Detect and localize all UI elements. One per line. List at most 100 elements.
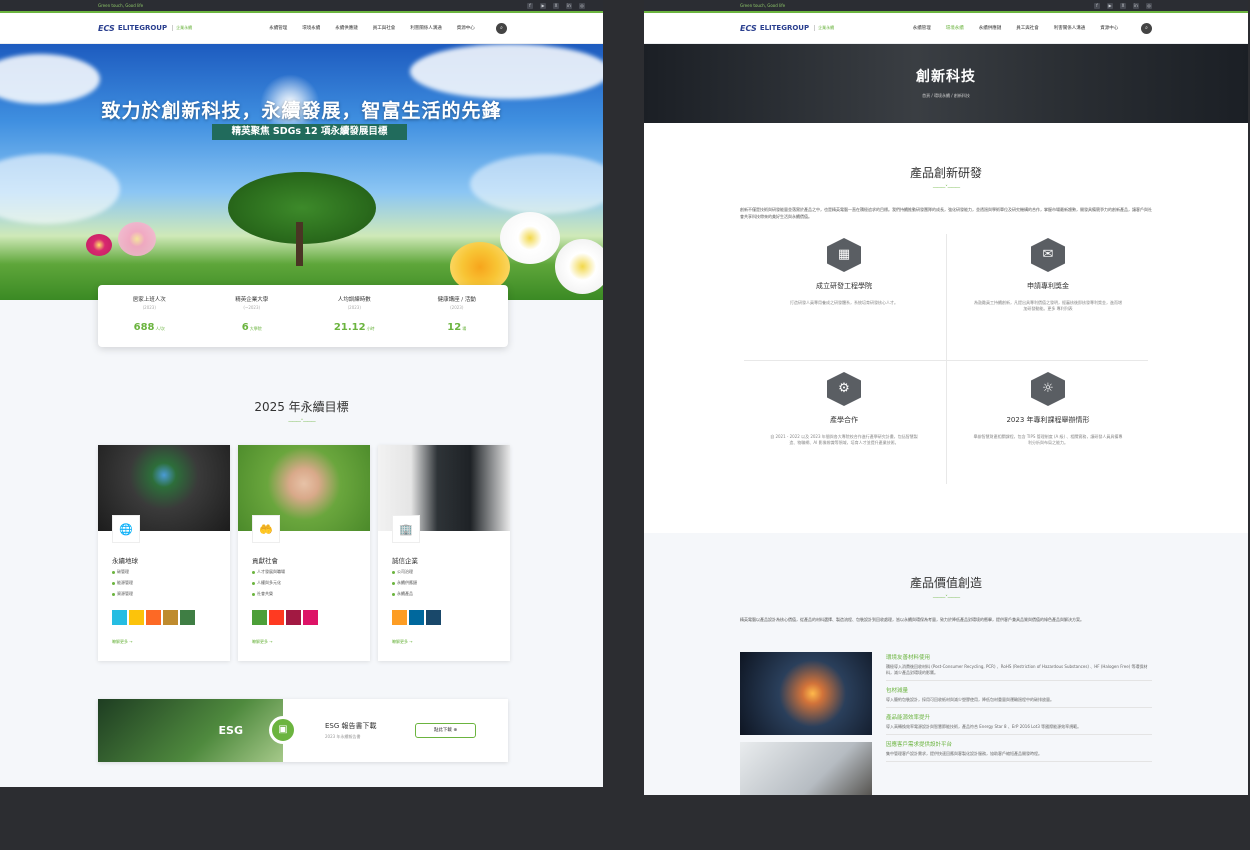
stat-item: 人均訓練時數 (2023) 21.12小時 xyxy=(303,285,406,347)
right-page-screenshot: Green touch, Good life f ▶ X in ◎ ECS EL… xyxy=(644,0,1248,795)
value-item: 因應客戶需求提供設計平台 集中管理客戶設計需求，提供快速回應與客製化設計服務，協… xyxy=(886,739,1152,762)
goal-item: 人才發展與職場 xyxy=(257,569,285,574)
sdg-icon xyxy=(180,610,195,625)
tagline: Green touch, Good life xyxy=(98,3,144,8)
goal-list: 公司治理 永續供應鏈 永續產品 xyxy=(392,569,417,602)
academy-icon: ▦ xyxy=(827,238,861,272)
instagram-icon[interactable]: ◎ xyxy=(579,2,585,9)
goal-card[interactable]: 🌐 永續地球 碳管理 能源管理 資源管理 瞭解更多 → xyxy=(98,445,230,661)
menu-item-resources[interactable]: 資源中心 xyxy=(457,25,475,31)
hero-banner: 致力於創新科技，永續發展，智富生活的先鋒 精英聚焦 SDGs 12 項永續發展目… xyxy=(0,44,603,300)
innovation-section: 產品創新研發 ——— ˅ ——— 創新不僅是技術與研發能量並落實於產品之中，也是… xyxy=(644,123,1248,496)
stat-value: 21.12 xyxy=(333,322,366,333)
menu-item-environment[interactable]: 環境永續 xyxy=(946,25,964,31)
section-title: 2025 年永續目標 xyxy=(254,400,349,414)
hero-title: 致力於創新科技，永續發展，智富生活的先鋒 xyxy=(101,100,502,122)
search-icon[interactable]: ⌕ xyxy=(496,22,507,34)
goal-item: 碳管理 xyxy=(117,569,129,574)
lab-photo xyxy=(740,742,872,795)
building-icon: 🏢 xyxy=(392,515,420,543)
tree-trunk xyxy=(296,222,303,266)
site-logo[interactable]: ECS ELITEGROUP 企業永續 xyxy=(740,24,890,33)
sdg-icon xyxy=(146,610,161,625)
logo-mark: ECS xyxy=(98,23,115,33)
value-title: 產品能源效率提升 xyxy=(886,715,931,721)
menu-item-governance[interactable]: 永續管理 xyxy=(913,25,931,31)
goal-item: 能源管理 xyxy=(117,580,133,585)
menu: 永續管理 環境永續 永續供應鏈 員工與社會 利害關係人溝通 資源中心 xyxy=(890,25,1141,31)
goal-item: 永續產品 xyxy=(397,591,413,596)
section-title: 產品價值創造 xyxy=(909,576,982,590)
cloud-shape xyxy=(470,154,603,214)
learn-more-link[interactable]: 瞭解更多 → xyxy=(392,639,413,645)
stat-value: 6 xyxy=(241,322,249,333)
esg-report-card: ESG ▣ ESG 報告書下載 2023 年永續報告書 點此下載 ⊕ xyxy=(98,699,508,762)
value-title: 包材減量 xyxy=(886,688,909,694)
goal-card[interactable]: 🤲 貢獻社會 人才發展與職場 人權與多元化 社會共榮 瞭解更多 → xyxy=(238,445,370,661)
goal-card[interactable]: 🏢 誠信企業 公司治理 永續供應鏈 永續產品 瞭解更多 → xyxy=(378,445,510,661)
learn-more-link[interactable]: 瞭解更多 → xyxy=(252,639,273,645)
logo-mark: ECS xyxy=(740,23,757,33)
youtube-icon[interactable]: ▶ xyxy=(540,2,546,9)
learn-more-link[interactable]: 瞭解更多 → xyxy=(112,639,133,645)
esg-photo-text: ESG xyxy=(218,724,243,737)
search-icon[interactable]: ⌕ xyxy=(1141,22,1152,34)
daisy-flower xyxy=(555,239,603,294)
linkedin-icon[interactable]: in xyxy=(566,2,572,9)
facebook-icon[interactable]: f xyxy=(1094,2,1100,9)
goal-item: 永續供應鏈 xyxy=(397,580,417,585)
menu-item-society[interactable]: 員工與社會 xyxy=(1016,25,1039,31)
linkedin-icon[interactable]: in xyxy=(1133,2,1139,9)
x-icon[interactable]: X xyxy=(553,2,559,9)
logo-sub: 企業永續 xyxy=(814,25,834,31)
tagline: Green touch, Good life xyxy=(740,3,786,8)
innovation-title: 申請專利獎金 xyxy=(1027,282,1069,290)
menu-item-resources[interactable]: 資源中心 xyxy=(1100,25,1118,31)
goals-heading: 2025 年永續目標 ——— ˅ ——— xyxy=(0,398,603,425)
social-links: f ▶ X in ◎ xyxy=(527,2,585,9)
innovation-title: 產學合作 xyxy=(830,416,858,424)
logo-sub: 企業永續 xyxy=(172,25,192,31)
stat-value: 688 xyxy=(133,322,155,333)
stat-item: 精英企業大學 (~2023) 6大學院 xyxy=(201,285,304,347)
pink-flower xyxy=(118,222,156,256)
sdg-icon xyxy=(163,610,178,625)
value-desc: 集中管理客戶設計需求，提供快速回應與客製化設計服務，協助客戶縮短產品開發時程。 xyxy=(886,751,1042,756)
sdg-icons xyxy=(112,610,195,625)
x-icon[interactable]: X xyxy=(1120,2,1126,9)
goal-item: 社會共榮 xyxy=(257,591,273,596)
goal-title: 誠信企業 xyxy=(392,557,418,565)
menu-item-stakeholders[interactable]: 利害關係人溝通 xyxy=(1054,25,1086,31)
lightbulb-icon: ☼ xyxy=(1031,372,1065,406)
goal-title: 永續地球 xyxy=(112,557,138,565)
site-logo[interactable]: ECS ELITEGROUP 企業永續 xyxy=(98,24,248,33)
value-title: 因應客戶需求提供設計平台 xyxy=(886,742,953,748)
menu-item-governance[interactable]: 永續管理 xyxy=(269,25,287,31)
download-button[interactable]: 點此下載 ⊕ xyxy=(415,723,476,738)
stat-unit: 小時 xyxy=(366,326,375,331)
page-banner: 創新科技 首頁 / 環境永續 / 創新科技 xyxy=(644,44,1248,123)
pdf-icon: ▣ xyxy=(269,716,297,744)
sdg-icon xyxy=(286,610,301,625)
menu-item-environment[interactable]: 環境永續 xyxy=(302,25,320,31)
menu-item-society[interactable]: 員工與社會 xyxy=(373,25,396,31)
daisy-flower xyxy=(500,212,560,264)
value-desc: 導入簡約包裝設計，採用可回收紙材與減少塑膠使用，降低包材重量與運輸過程中的碳排放… xyxy=(886,697,1054,702)
value-item: 環境友善材料使用 積極導入消費後回收材料 (Post-Consumer Recy… xyxy=(886,652,1152,681)
stats-card: 居家上班人次 (2023) 688人/次 精英企業大學 (~2023) 6大學院… xyxy=(98,285,508,347)
globe-icon: 🌐 xyxy=(112,515,140,543)
grid-divider xyxy=(744,360,1148,361)
instagram-icon[interactable]: ◎ xyxy=(1146,2,1152,9)
youtube-icon[interactable]: ▶ xyxy=(1107,2,1113,9)
stat-label: 人均訓練時數 xyxy=(337,297,371,303)
section-title: 產品創新研發 xyxy=(909,166,982,180)
sdg-icon xyxy=(409,610,424,625)
breadcrumb[interactable]: 首頁 / 環境永續 / 創新科技 xyxy=(644,93,1248,99)
facebook-icon[interactable]: f xyxy=(527,2,533,9)
value-list: 環境友善材料使用 積極導入消費後回收材料 (Post-Consumer Recy… xyxy=(886,652,1152,766)
divider-ornament: ——— ˅ ——— xyxy=(932,185,961,191)
menu-item-stakeholders[interactable]: 利害關係人溝通 xyxy=(410,25,442,31)
menu-item-supply-chain[interactable]: 永續供應鏈 xyxy=(979,25,1002,31)
divider-ornament: ——— ˅ ——— xyxy=(932,595,961,601)
menu-item-supply-chain[interactable]: 永續供應鏈 xyxy=(335,25,358,31)
